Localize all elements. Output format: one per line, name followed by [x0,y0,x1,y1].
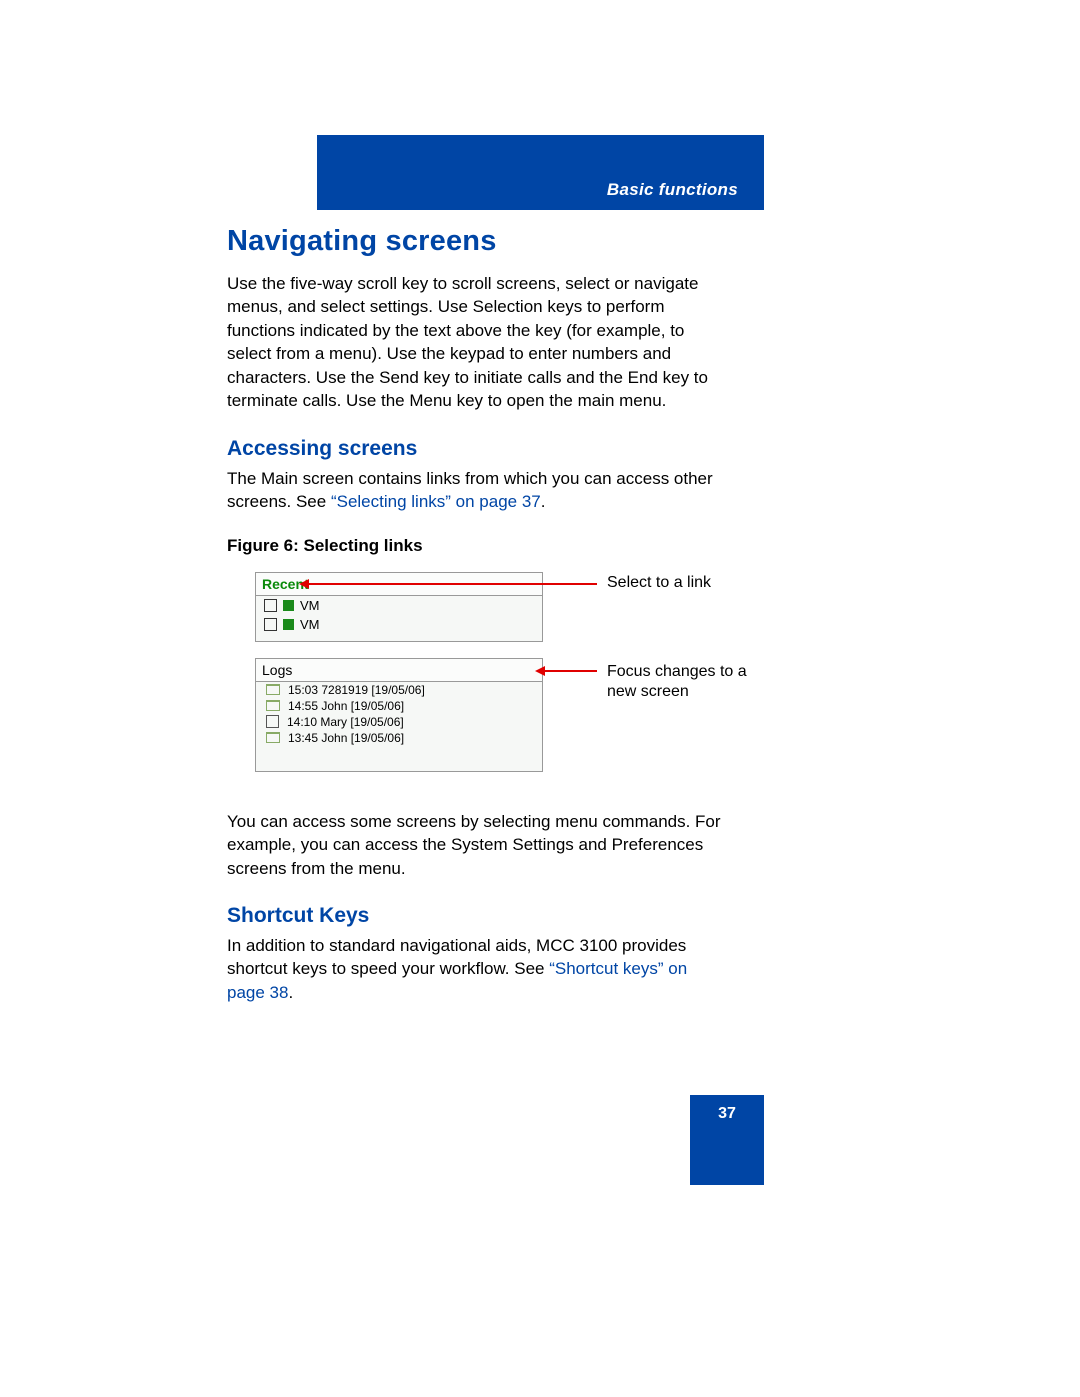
page-number-badge: 37 [690,1095,764,1185]
log-row: 15:03 7281919 [19/05/06] [256,682,542,698]
figure-caption: Figure 6: Selecting links [227,536,725,556]
accessing-text-after-link: . [541,492,546,511]
page-title: Navigating screens [227,225,725,258]
intro-paragraph: Use the five-way scroll key to scroll sc… [227,272,725,413]
mail-icon [266,700,280,711]
section-label: Basic functions [607,180,738,200]
post-figure-paragraph: You can access some screens by selecting… [227,810,725,880]
log-row: 14:55 John [19/05/06] [256,698,542,714]
log-row-text: 15:03 7281919 [19/05/06] [288,683,425,697]
recent-row-label: VM [300,598,320,613]
log-row-text: 13:45 John [19/05/06] [288,731,404,745]
recent-row: VM [256,596,542,615]
checkbox-icon [264,599,277,612]
log-row-text: 14:55 John [19/05/06] [288,699,404,713]
page-content: Navigating screens Use the five-way scro… [227,225,725,1022]
callout-arrow-icon [309,583,597,585]
panel-logs-title: Logs [256,659,542,682]
mail-icon [266,732,280,743]
heading-accessing-screens: Accessing screens [227,437,725,461]
panel-logs: Logs 15:03 7281919 [19/05/06] 14:55 John… [255,658,543,772]
arrowhead-icon [299,579,309,589]
shortcut-text-after-link: . [288,983,293,1002]
figure-selecting-links: Recent VM VM Logs 15:03 7281919 [19/05/0… [227,572,725,792]
home-icon [266,715,279,728]
presence-icon [283,600,294,611]
heading-shortcut-keys: Shortcut Keys [227,904,725,928]
figure-annotation-select: Select to a link [607,574,711,592]
presence-icon [283,619,294,630]
accessing-paragraph: The Main screen contains links from whic… [227,467,725,514]
header-band: Basic functions [317,135,764,210]
recent-row: VM [256,615,542,634]
callout-arrow-icon [545,670,597,672]
log-row: 14:10 Mary [19/05/06] [256,714,542,730]
page-number: 37 [690,1105,764,1123]
recent-row-label: VM [300,617,320,632]
log-row: 13:45 John [19/05/06] [256,730,542,746]
arrowhead-icon [535,666,545,676]
checkbox-icon [264,618,277,631]
log-row-text: 14:10 Mary [19/05/06] [287,715,404,729]
link-selecting-links[interactable]: “Selecting links” on page 37 [331,492,541,511]
mail-icon [266,684,280,695]
figure-annotation-focus: Focus changes to a new screen [607,662,757,702]
shortcut-paragraph: In addition to standard navigational aid… [227,934,725,1004]
